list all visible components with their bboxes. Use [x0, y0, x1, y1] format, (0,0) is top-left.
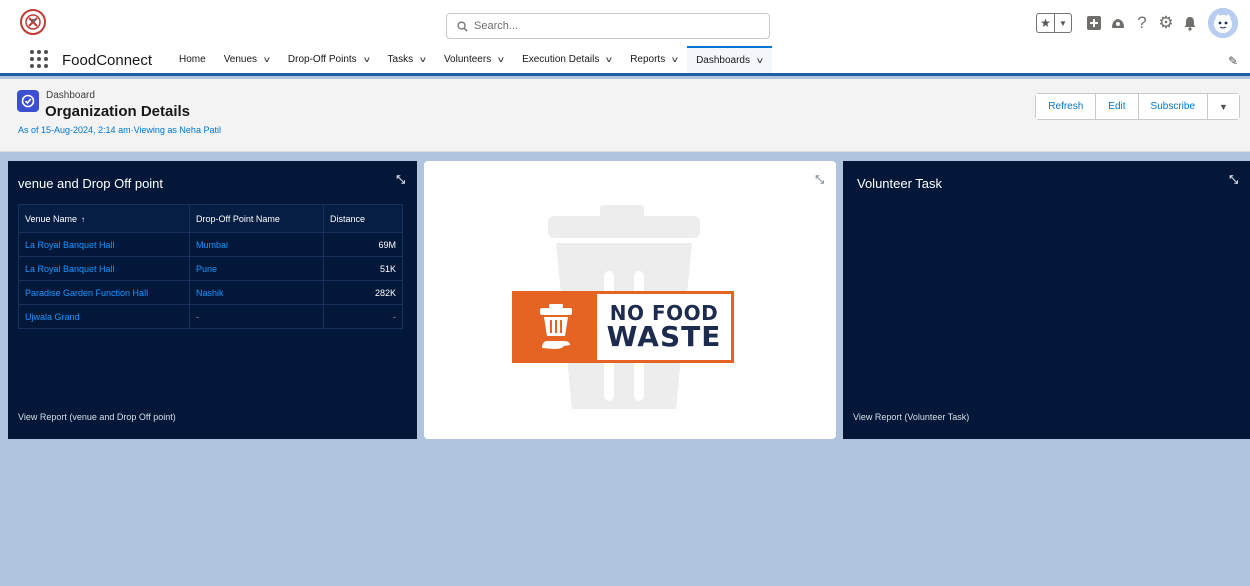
- widget-title: Volunteer Task: [857, 176, 943, 191]
- table-row: La Royal Banquet Hall Mumbai 69M: [18, 232, 403, 257]
- user-avatar[interactable]: [1208, 8, 1238, 38]
- view-report-link[interactable]: View Report (Volunteer Task): [853, 412, 969, 422]
- global-search[interactable]: [446, 13, 770, 39]
- nav-tab-reports[interactable]: Reports ∨: [621, 46, 687, 73]
- dropoff-value: -: [189, 304, 324, 329]
- dropoff-link[interactable]: Pune: [189, 256, 324, 281]
- dashboard-gauge-icon: [17, 90, 39, 112]
- widget-title: venue and Drop Off point: [18, 176, 164, 191]
- dashboard-actions: Refresh Edit Subscribe ▼: [1035, 93, 1240, 120]
- search-input[interactable]: [474, 20, 754, 32]
- global-header: ★ ▼ ? ⚙: [0, 0, 1250, 46]
- view-report-link[interactable]: View Report (venue and Drop Off point): [18, 412, 176, 422]
- no-food-waste-text: NO FOOD WASTE: [597, 294, 731, 360]
- trailhead-icon[interactable]: [1107, 12, 1129, 34]
- nav-tab-dashboards[interactable]: Dashboards ∨: [687, 46, 772, 73]
- expand-icon[interactable]: ⤡: [815, 174, 824, 187]
- header-actions: ★ ▼ ? ⚙: [1036, 0, 1250, 46]
- chevron-down-icon[interactable]: ∨: [419, 55, 428, 64]
- page-title: Organization Details: [45, 103, 191, 120]
- table-row: Ujwala Grand - -: [18, 304, 403, 329]
- org-logo-icon[interactable]: [20, 9, 46, 35]
- waste-line: WASTE: [606, 320, 722, 353]
- sort-arrow-up-icon[interactable]: ↑: [81, 215, 85, 224]
- dashboard-kicker: Dashboard: [46, 90, 95, 101]
- favorites-group: ★ ▼: [1036, 13, 1072, 33]
- venue-link[interactable]: Paradise Garden Function Hall: [18, 280, 190, 305]
- dashboard-canvas: venue and Drop Off point ⤡ Venue Name ↑ D…: [0, 153, 1250, 586]
- table-row: Paradise Garden Function Hall Nashik 282…: [18, 280, 403, 305]
- nav-items: Home Venues ∨ Drop-Off Points ∨ Tasks ∨ Vol…: [170, 46, 772, 73]
- setup-gear-icon[interactable]: ⚙: [1155, 12, 1177, 34]
- global-add-icon[interactable]: [1083, 12, 1105, 34]
- nav-tab-drop-off-points[interactable]: Drop-Off Points ∨: [279, 46, 379, 73]
- dashboard-subtitle: As of 15-Aug-2024, 2:14 am·Viewing as Ne…: [18, 125, 221, 135]
- edit-nav-pencil-icon[interactable]: ✎: [1228, 54, 1238, 68]
- subscribe-button[interactable]: Subscribe: [1137, 94, 1207, 119]
- venue-link[interactable]: Ujwala Grand: [18, 304, 190, 329]
- column-header-distance[interactable]: Distance: [323, 204, 403, 233]
- no-food-waste-illustration: NO FOOD WASTE: [504, 201, 744, 416]
- dropoff-link[interactable]: Mumbai: [189, 232, 324, 257]
- refresh-button[interactable]: Refresh: [1036, 94, 1096, 119]
- distance-value: 69M: [323, 232, 403, 257]
- no-food-waste-badge: NO FOOD WASTE: [512, 291, 734, 363]
- dropoff-link[interactable]: Nashik: [189, 280, 324, 305]
- nav-tab-home[interactable]: Home: [170, 46, 215, 73]
- trash-bin-hand-icon: [515, 294, 597, 360]
- nav-tab-execution-details[interactable]: Execution Details ∨: [513, 46, 621, 73]
- chevron-down-icon[interactable]: ∨: [605, 55, 614, 64]
- nav-tab-volunteers[interactable]: Volunteers ∨: [435, 46, 513, 73]
- column-header-venue-name[interactable]: Venue Name ↑: [18, 204, 190, 233]
- favorites-dropdown-icon[interactable]: ▼: [1054, 14, 1071, 32]
- venue-link[interactable]: La Royal Banquet Hall: [18, 256, 190, 281]
- favorites-star-icon[interactable]: ★: [1037, 14, 1054, 32]
- table-header-row: Venue Name ↑ Drop-Off Point Name Distance: [18, 204, 403, 233]
- venue-link[interactable]: La Royal Banquet Hall: [18, 232, 190, 257]
- table-row: La Royal Banquet Hall Pune 51K: [18, 256, 403, 281]
- edit-button[interactable]: Edit: [1095, 94, 1138, 119]
- widget-venue-dropoff: venue and Drop Off point ⤡ Venue Name ↑ D…: [8, 161, 417, 439]
- notifications-bell-icon[interactable]: [1179, 12, 1201, 34]
- expand-icon[interactable]: ⤡: [1229, 174, 1238, 187]
- dashboard-header: Dashboard Organization Details As of 15-…: [0, 79, 1250, 152]
- widget-volunteer-task: Volunteer Task ⤡ View Report (Volunteer …: [843, 161, 1250, 439]
- app-nav-bar: FoodConnect Home Venues ∨ Drop-Off Points…: [0, 46, 1250, 76]
- chevron-down-icon[interactable]: ∨: [671, 55, 680, 64]
- venue-report-table: Venue Name ↑ Drop-Off Point Name Distance…: [18, 204, 403, 329]
- help-icon[interactable]: ?: [1131, 12, 1153, 34]
- nav-tab-tasks[interactable]: Tasks ∨: [379, 46, 435, 73]
- distance-value: 51K: [323, 256, 403, 281]
- chevron-down-icon[interactable]: ∨: [756, 56, 765, 65]
- chevron-down-icon[interactable]: ∨: [362, 55, 371, 64]
- app-launcher-icon[interactable]: [30, 50, 48, 68]
- chevron-down-icon[interactable]: ∨: [263, 55, 272, 64]
- widget-no-food-waste-image: ⤡ NO FOOD WASTE: [424, 161, 836, 439]
- distance-value: -: [323, 304, 403, 329]
- more-actions-caret-icon[interactable]: ▼: [1207, 94, 1239, 119]
- expand-icon[interactable]: ⤡: [396, 174, 405, 187]
- search-icon: [457, 20, 468, 32]
- distance-value: 282K: [323, 280, 403, 305]
- chevron-down-icon[interactable]: ∨: [497, 55, 506, 64]
- column-header-dropoff-point[interactable]: Drop-Off Point Name: [189, 204, 324, 233]
- app-name: FoodConnect: [62, 52, 153, 69]
- nav-tab-venues[interactable]: Venues ∨: [215, 46, 279, 73]
